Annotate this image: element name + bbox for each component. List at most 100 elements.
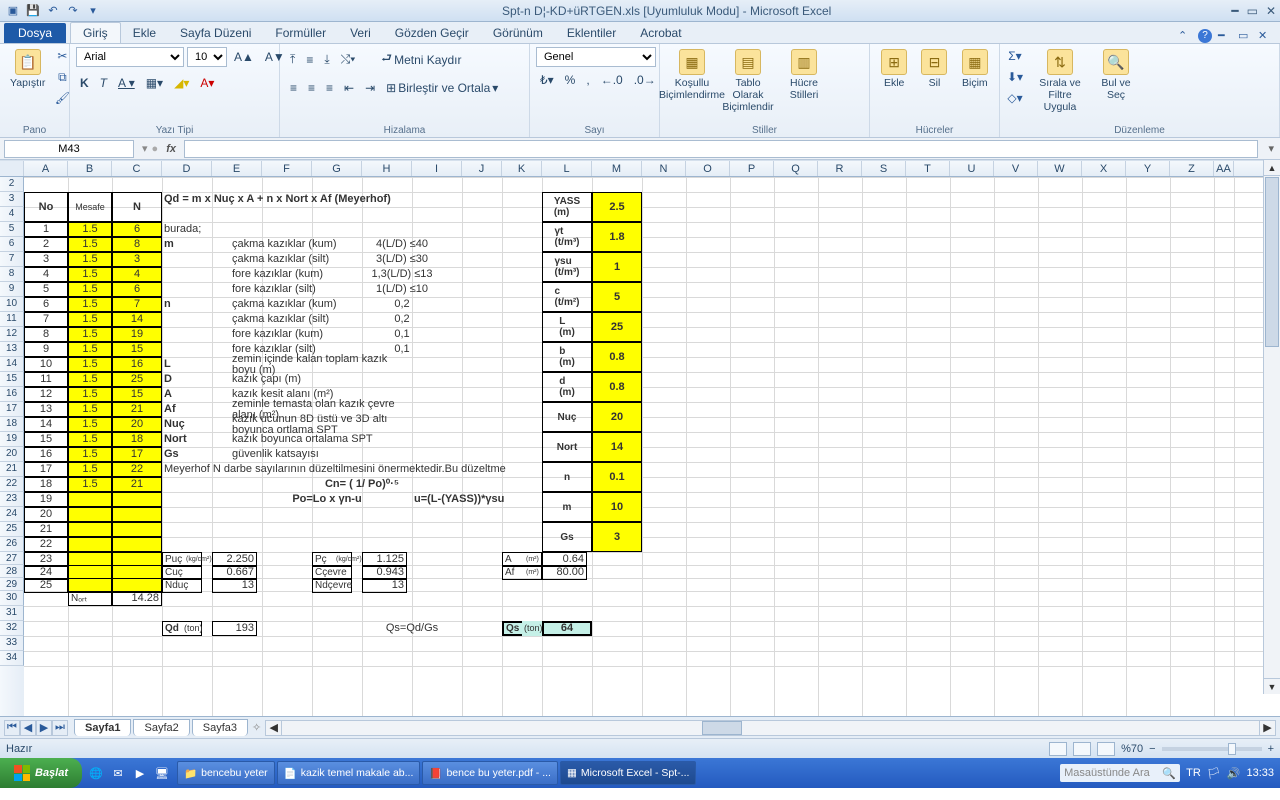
- row-no[interactable]: 13: [24, 402, 68, 417]
- param-key[interactable]: γt(t/m³): [542, 222, 592, 252]
- param-val[interactable]: 0.1: [592, 462, 642, 492]
- row-N[interactable]: [112, 492, 162, 507]
- col-header-Z[interactable]: Z: [1170, 161, 1214, 176]
- param-key[interactable]: γsu(t/m³): [542, 252, 592, 282]
- name-box[interactable]: [4, 140, 134, 158]
- excel-icon[interactable]: ▣: [4, 2, 22, 20]
- col-header-E[interactable]: E: [212, 161, 262, 176]
- col-header-X[interactable]: X: [1082, 161, 1126, 176]
- col-header-L[interactable]: L: [542, 161, 592, 176]
- def-sym[interactable]: n: [162, 297, 192, 312]
- def-txt[interactable]: zemin içinde kalan toplam kazık boyu (m): [212, 357, 412, 372]
- nort-value[interactable]: 14.28: [112, 591, 162, 606]
- row-no[interactable]: 21: [24, 522, 68, 537]
- row-no[interactable]: 8: [24, 327, 68, 342]
- row-header-3[interactable]: 3: [0, 192, 24, 207]
- row-header-27[interactable]: 27: [0, 552, 24, 565]
- param-key[interactable]: Gs: [542, 522, 592, 552]
- row-header-34[interactable]: 34: [0, 651, 24, 666]
- col-header-P[interactable]: P: [730, 161, 774, 176]
- param-key[interactable]: n: [542, 462, 592, 492]
- row-header-22[interactable]: 22: [0, 477, 24, 492]
- row-mesafe[interactable]: 1.5: [68, 387, 112, 402]
- format-painter-icon[interactable]: 🖌: [53, 89, 71, 107]
- res-key[interactable]: Ndçevre: [312, 578, 352, 593]
- vertical-scrollbar[interactable]: ▲ ▼: [1263, 160, 1280, 694]
- row-no[interactable]: 20: [24, 507, 68, 522]
- row-mesafe[interactable]: 1.5: [68, 477, 112, 492]
- merge-button[interactable]: ⊞ Birleştir ve Ortala ▾: [382, 79, 502, 97]
- scroll-thumb[interactable]: [1265, 177, 1279, 347]
- tab-formüller[interactable]: Formüller: [263, 23, 338, 43]
- row-no[interactable]: 10: [24, 357, 68, 372]
- hscroll-left-icon[interactable]: ◀: [266, 721, 282, 735]
- find-select-button[interactable]: 🔍Bul ve Seç: [1090, 47, 1142, 103]
- percent-icon[interactable]: %: [561, 71, 580, 89]
- row-no[interactable]: 3: [24, 252, 68, 267]
- taskbar-item[interactable]: 📕bence bu yeter.pdf - ...: [422, 761, 558, 785]
- col-header-K[interactable]: K: [502, 161, 542, 176]
- row-mesafe[interactable]: 1.5: [68, 357, 112, 372]
- row-mesafe[interactable]: 1.5: [68, 237, 112, 252]
- qs-eq[interactable]: Qs=Qd/Gs: [362, 621, 462, 636]
- font-family-select[interactable]: Arial: [76, 47, 184, 67]
- row-header-23[interactable]: 23: [0, 492, 24, 507]
- param-val[interactable]: 0.8: [592, 372, 642, 402]
- row-header-21[interactable]: 21: [0, 462, 24, 477]
- cut-icon[interactable]: ✂: [53, 47, 71, 65]
- conditional-format-button[interactable]: ▦Koşullu Biçimlendirme: [666, 47, 718, 103]
- hdr-N[interactable]: N: [112, 192, 162, 222]
- cancel-fx-icon[interactable]: ●: [152, 143, 159, 155]
- comma-icon[interactable]: ,: [582, 71, 593, 89]
- align-middle-icon[interactable]: ≡: [302, 51, 317, 69]
- align-bottom-icon[interactable]: ⤓: [320, 50, 333, 69]
- align-center-icon[interactable]: ≡: [304, 79, 319, 97]
- meyerhof-note[interactable]: Meyerhof N darbe sayılarının düzeltilmes…: [162, 462, 542, 477]
- col-header-C[interactable]: C: [112, 161, 162, 176]
- row-N[interactable]: 6: [112, 282, 162, 297]
- row-mesafe[interactable]: [68, 492, 112, 507]
- underline-button[interactable]: A ▾: [114, 74, 139, 92]
- res-val[interactable]: 13: [362, 578, 407, 593]
- row-N[interactable]: 20: [112, 417, 162, 432]
- eq-u[interactable]: u=(L-(YASS))*γsu: [412, 492, 562, 507]
- row-no[interactable]: 25: [24, 578, 68, 593]
- param-val[interactable]: 3: [592, 522, 642, 552]
- taskbar-item[interactable]: 📄kazik temel makale ab...: [277, 761, 421, 785]
- def-r[interactable]: 0,2: [362, 297, 442, 312]
- def-sym[interactable]: Af: [162, 402, 192, 417]
- row-mesafe[interactable]: 1.5: [68, 402, 112, 417]
- row-header-28[interactable]: 28: [0, 565, 24, 578]
- row-header-24[interactable]: 24: [0, 507, 24, 522]
- qs-val[interactable]: 64: [542, 621, 592, 636]
- hscroll-thumb[interactable]: [702, 721, 742, 735]
- zoom-slider[interactable]: [1162, 747, 1262, 751]
- row-N[interactable]: 17: [112, 447, 162, 462]
- row-header-2[interactable]: 2: [0, 177, 24, 192]
- def-sym[interactable]: D: [162, 372, 192, 387]
- param-key[interactable]: b(m): [542, 342, 592, 372]
- formula-bar[interactable]: [184, 140, 1259, 158]
- format-as-table-button[interactable]: ▤Tablo Olarak Biçimlendir: [722, 47, 774, 115]
- tray-lang[interactable]: TR: [1186, 767, 1201, 779]
- res-val[interactable]: 13: [212, 578, 257, 593]
- zoom-in-icon[interactable]: +: [1268, 743, 1274, 755]
- tab-acrobat[interactable]: Acrobat: [628, 23, 693, 43]
- tray-volume-icon[interactable]: 🔊: [1227, 767, 1241, 780]
- desktop-search[interactable]: Masaüstünde Ara🔍: [1060, 764, 1180, 782]
- def-sym[interactable]: Nuç: [162, 417, 192, 432]
- help-icon[interactable]: ?: [1198, 29, 1212, 43]
- sheet-tab-Sayfa3[interactable]: Sayfa3: [192, 719, 248, 736]
- ql-desktop-icon[interactable]: 🖥: [152, 763, 172, 783]
- def-sym[interactable]: A: [162, 387, 192, 402]
- redo-icon[interactable]: ↷: [64, 2, 82, 20]
- minimize-icon[interactable]: ━: [1231, 4, 1238, 18]
- sheet-tab-Sayfa1[interactable]: Sayfa1: [74, 719, 131, 736]
- orientation-icon[interactable]: ⤭▾: [337, 50, 360, 69]
- param-key[interactable]: Nuç: [542, 402, 592, 432]
- col-header-S[interactable]: S: [862, 161, 906, 176]
- param-key[interactable]: Nort: [542, 432, 592, 462]
- taskbar-item[interactable]: ▦Microsoft Excel - Spt-...: [560, 761, 696, 785]
- sheet-nav-next-icon[interactable]: ▶: [36, 720, 52, 736]
- def-txt[interactable]: kazık ucunun 8D üstü ve 3D altı boyunca …: [212, 417, 412, 432]
